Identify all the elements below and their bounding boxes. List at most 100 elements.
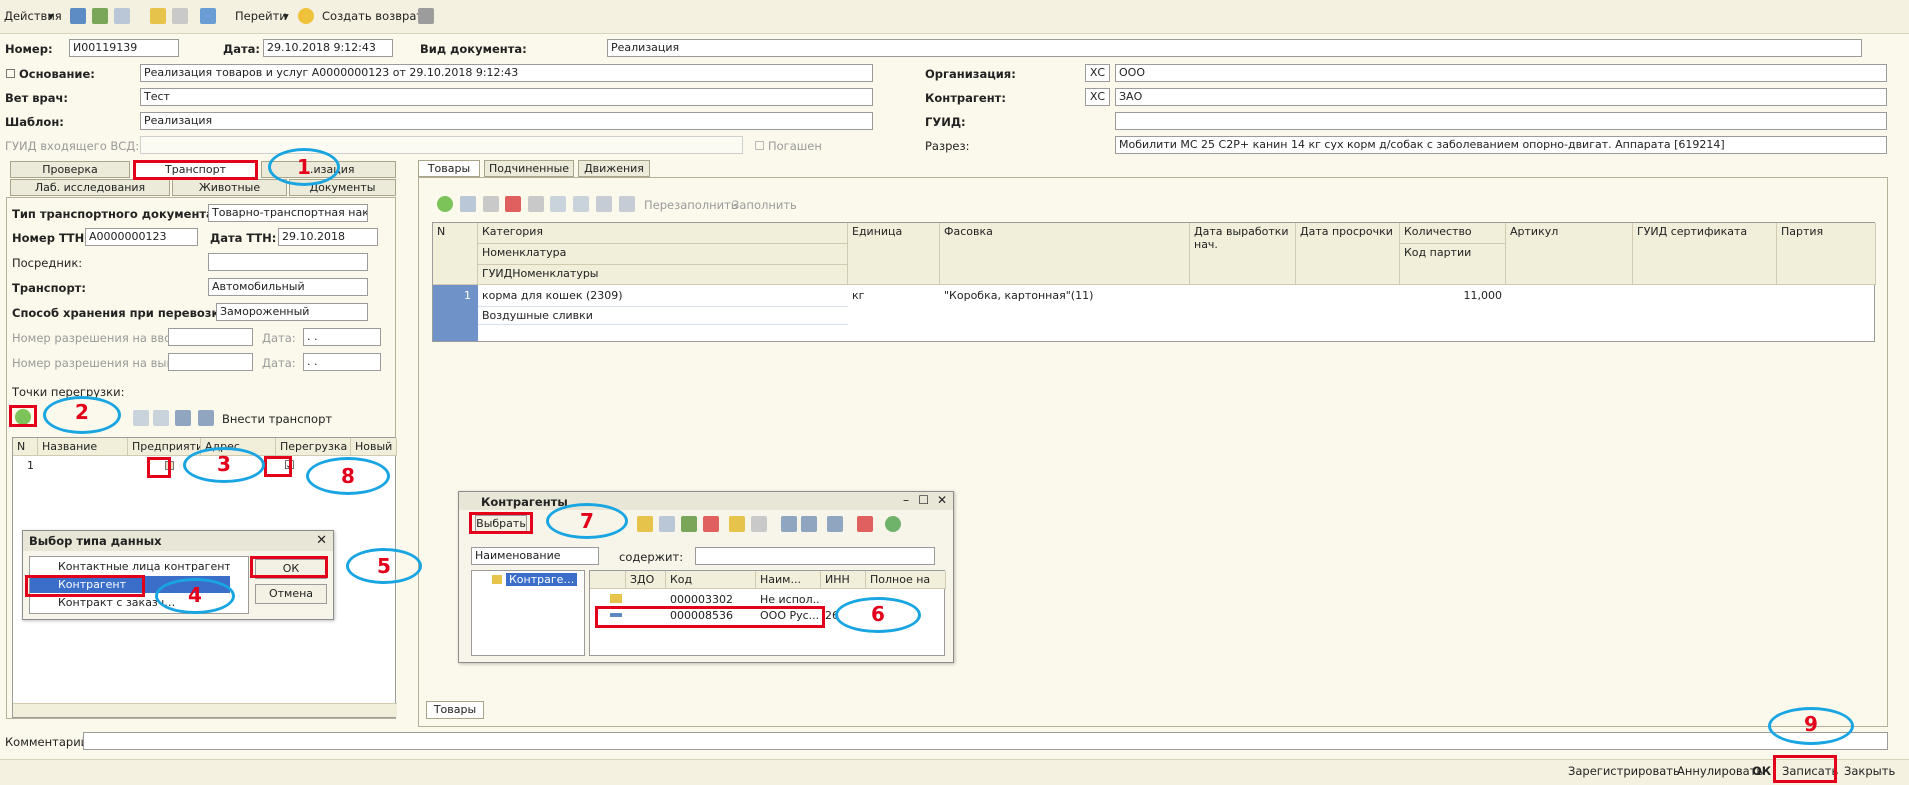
up-level-icon[interactable] (751, 516, 767, 532)
col-category[interactable]: Категория (478, 223, 848, 244)
col-zdo[interactable]: ЗДО (626, 571, 666, 589)
tree-panel[interactable]: Контраге… (471, 570, 585, 656)
structure-icon[interactable] (200, 8, 216, 24)
create-return-button[interactable]: Создать возврат (322, 9, 423, 23)
col-inn[interactable]: ИНН (821, 571, 866, 589)
bottom-tab-goods[interactable]: Товары (426, 701, 484, 719)
import-field[interactable] (168, 328, 253, 346)
add-folder-icon[interactable] (637, 516, 653, 532)
tree-icon[interactable] (150, 8, 166, 24)
col-full-name[interactable]: Полное на (866, 571, 946, 589)
org-xs[interactable]: ХС (1085, 64, 1110, 82)
refill-button[interactable]: Перезаполнить (644, 198, 738, 212)
search-field-select[interactable]: Наименование (471, 547, 599, 565)
move-down-icon[interactable] (573, 196, 589, 212)
col-guid-nom[interactable]: ГУИДНоменклатуры (478, 265, 848, 285)
tree-root[interactable]: Контраге… (506, 573, 578, 586)
tab-subordinate[interactable]: Подчиненные (484, 160, 574, 177)
org-field[interactable]: ООО (1115, 64, 1887, 82)
col-quantity[interactable]: Количество (1400, 223, 1506, 244)
chevron-down-icon[interactable]: ▾ (48, 9, 54, 23)
annul-button[interactable]: Аннулировать (1677, 764, 1763, 778)
col-nomenclature[interactable]: Номенклатура (478, 244, 848, 265)
delete-row-icon[interactable] (505, 196, 521, 212)
paid-checkbox[interactable] (755, 141, 764, 150)
print-icon[interactable] (92, 8, 108, 24)
tab-goods[interactable]: Товары (418, 160, 480, 177)
list-icon[interactable] (172, 8, 188, 24)
row-unit[interactable]: кг (848, 287, 940, 304)
filter-icon[interactable] (781, 516, 797, 532)
doc-type-field[interactable]: Товарно-транспортная накла (208, 204, 368, 222)
sort-desc-icon[interactable] (198, 410, 214, 426)
sort-asc-icon[interactable] (596, 196, 612, 212)
tab-movements[interactable]: Движения (578, 160, 650, 177)
fill-button[interactable]: Заполнить (732, 198, 797, 212)
contr-field[interactable]: ЗАО (1115, 88, 1887, 106)
vet-field[interactable]: Тест (140, 88, 873, 106)
close-button[interactable]: Закрыть (1844, 764, 1895, 778)
tab-animals[interactable]: Животные (172, 179, 287, 196)
number-field[interactable]: И00119139 (69, 39, 179, 57)
col-article[interactable]: Артикул (1506, 223, 1633, 285)
list-item[interactable]: Контактные лица контрагентов (30, 558, 230, 575)
post-icon[interactable] (70, 8, 86, 24)
col-lot-code[interactable]: Код партии (1400, 244, 1506, 285)
basis-field[interactable]: Реализация товаров и услуг А0000000123 о… (140, 64, 873, 82)
row-nomenclature[interactable]: Воздушные сливки (478, 306, 848, 324)
col-cert-guid[interactable]: ГУИД сертификата (1633, 223, 1777, 285)
edit-row-icon[interactable] (483, 196, 499, 212)
clear-filter-icon[interactable] (857, 516, 873, 532)
add-transport-button[interactable]: Внести транспорт (222, 412, 332, 426)
sort-asc-icon[interactable] (175, 410, 191, 426)
close-icon[interactable]: ✕ (937, 493, 947, 507)
goods-grid[interactable]: N Категория Номенклатура ГУИДНоменклатур… (432, 222, 1876, 342)
ok-button[interactable]: ОК (1752, 764, 1771, 778)
storage-field[interactable]: Замороженный (216, 303, 368, 321)
col-unit[interactable]: Единица (848, 223, 940, 285)
filter-list-icon[interactable] (801, 516, 817, 532)
col-n[interactable]: N (433, 223, 478, 285)
minimize-icon[interactable]: – (903, 493, 909, 507)
doctype-field[interactable]: Реализация (607, 39, 1862, 57)
edit-icon[interactable] (681, 516, 697, 532)
comment-field[interactable] (83, 732, 1888, 750)
razrez-field[interactable]: Мобилити МС 25 С2Р+ канин 14 кг сух корм… (1115, 136, 1887, 154)
sort-desc-icon[interactable] (619, 196, 635, 212)
ttn-field[interactable]: А0000000123 (85, 228, 198, 246)
row-packing[interactable]: "Коробка, картонная"(11) (940, 287, 1190, 304)
date-field[interactable]: 29.10.2018 9:12:43 (263, 39, 393, 57)
filter-options-icon[interactable] (827, 516, 843, 532)
col-batch[interactable]: Партия (1777, 223, 1876, 285)
hscrollbar[interactable] (13, 703, 397, 717)
delete-icon[interactable] (703, 516, 719, 532)
col-reload[interactable]: Перегрузка (276, 438, 351, 456)
copy-row-icon[interactable] (460, 196, 476, 212)
col-n[interactable]: N (13, 438, 38, 456)
col-expiry-date[interactable]: Дата просрочки (1296, 223, 1400, 285)
add-row-icon[interactable] (437, 196, 453, 212)
maximize-icon[interactable]: ☐ (918, 493, 929, 507)
search-input[interactable] (695, 547, 935, 565)
col-name[interactable]: Наим... (756, 571, 821, 589)
row-guid-nom[interactable] (478, 324, 848, 341)
copy-icon[interactable] (659, 516, 675, 532)
tab-check[interactable]: Проверка (10, 161, 130, 178)
col-code[interactable]: Код (666, 571, 756, 589)
close-icon[interactable]: ✕ (316, 533, 327, 548)
tpl-field[interactable]: Реализация (140, 112, 873, 130)
vsd-field[interactable] (140, 136, 743, 154)
tab-lab[interactable]: Лаб. исследования (10, 179, 170, 196)
col-production-date[interactable]: Дата выработки нач. (1190, 223, 1296, 285)
col-name[interactable]: Название (38, 438, 128, 456)
transport-field[interactable]: Автомобильный (208, 278, 368, 296)
printer-icon[interactable] (418, 8, 434, 24)
col-packing[interactable]: Фасовка (940, 223, 1190, 285)
guid-field[interactable] (1115, 112, 1887, 130)
col-new-transport[interactable]: Новый тра (351, 438, 397, 456)
basis-checkbox[interactable] (6, 69, 15, 78)
refresh-icon[interactable] (885, 516, 901, 532)
hierarchy-icon[interactable] (729, 516, 745, 532)
help-icon[interactable] (298, 8, 314, 24)
contr-xs[interactable]: ХС (1085, 88, 1110, 106)
